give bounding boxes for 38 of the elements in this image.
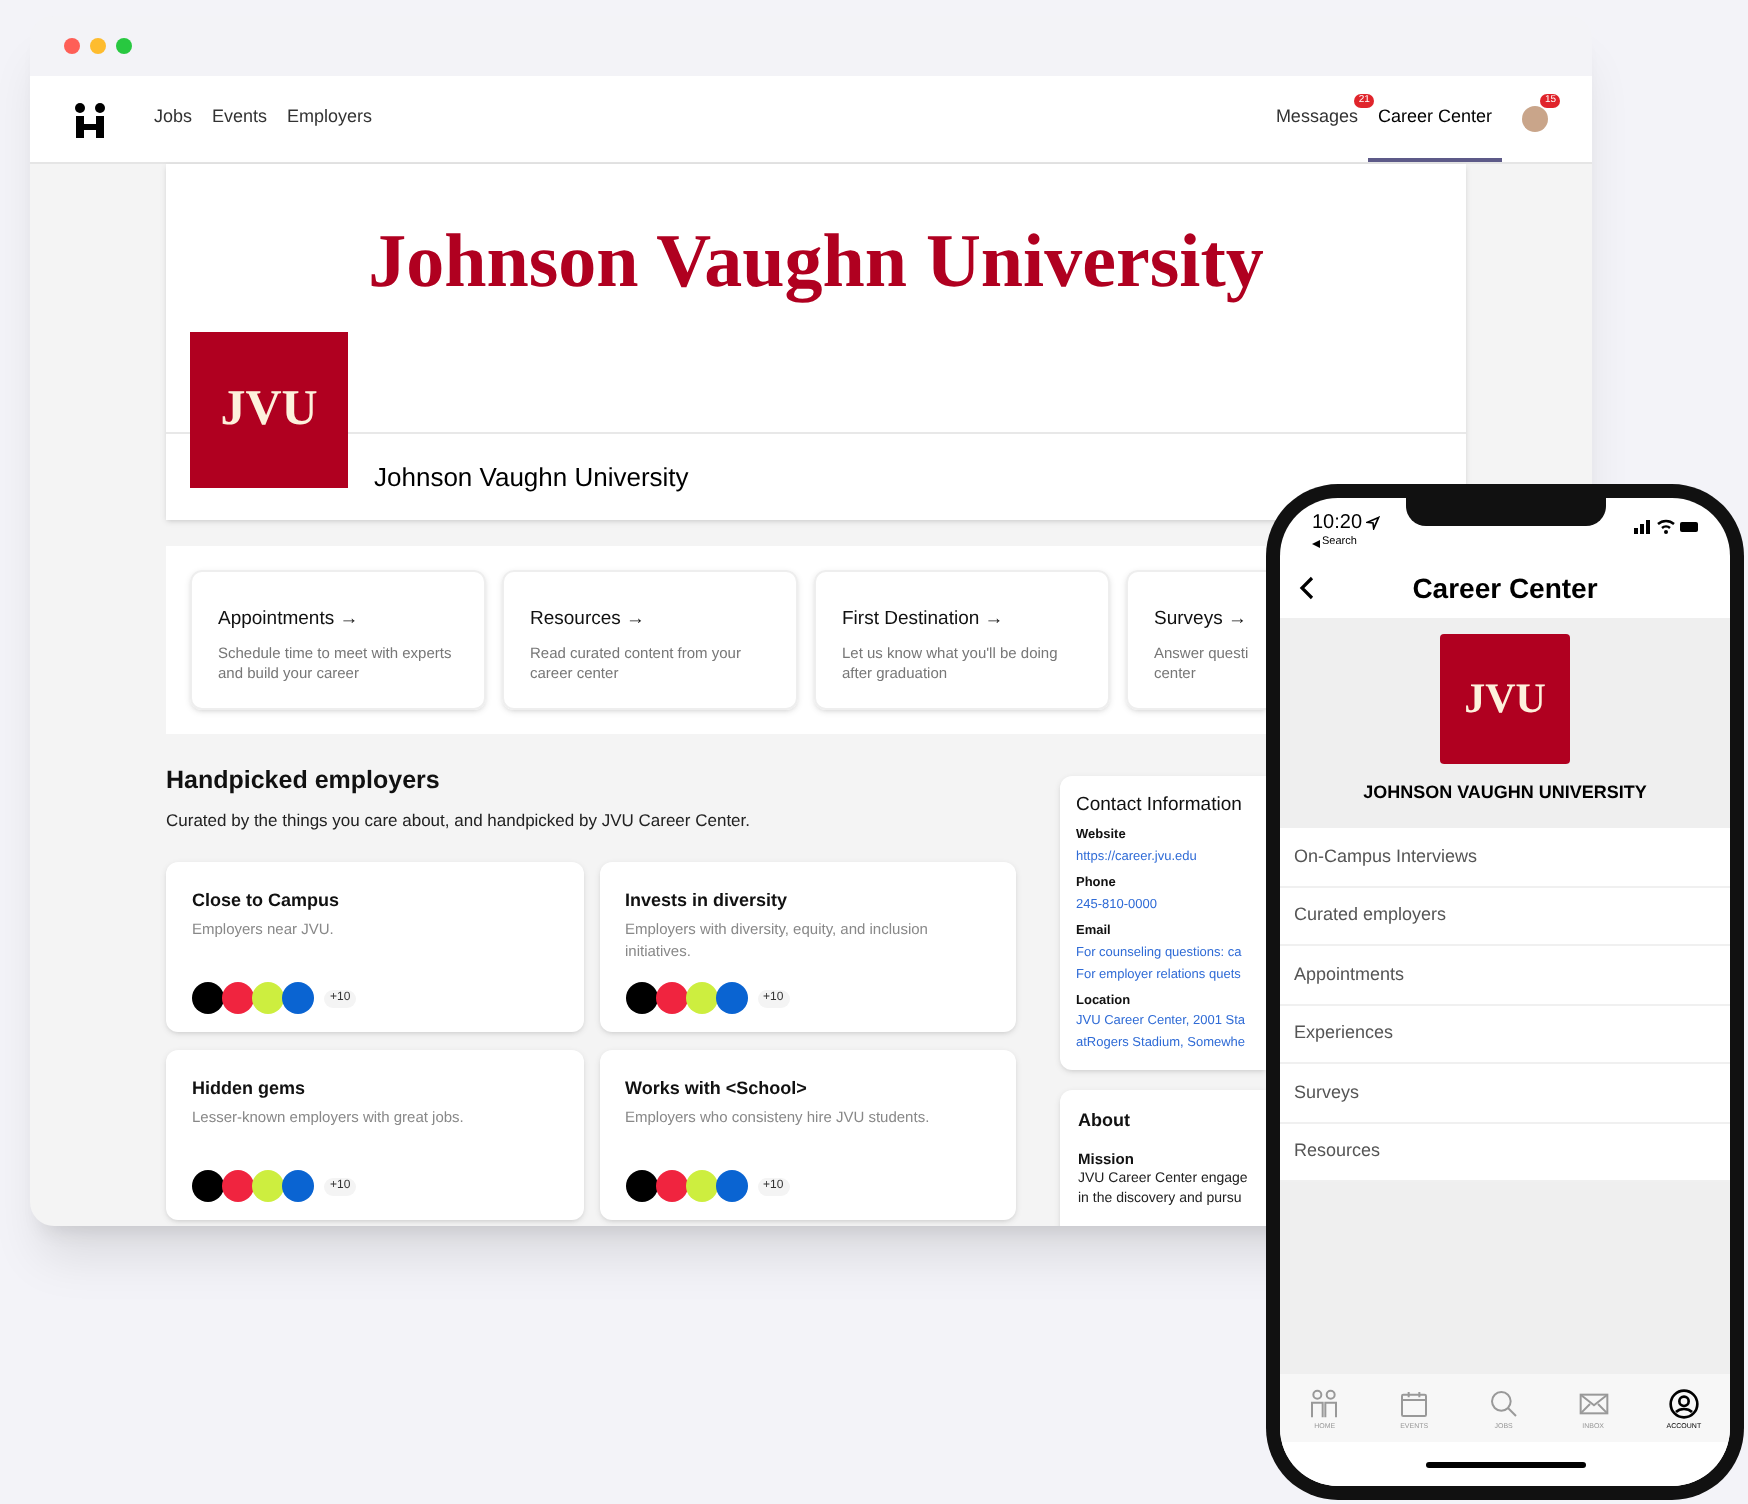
nav-link[interactable]: Jobs [144, 76, 203, 162]
card-title: Invests in diversity [625, 887, 790, 914]
menu-item[interactable]: On-Campus Interviews [1280, 828, 1730, 887]
card-title: Close to Campus [192, 887, 342, 914]
section-subtitle: Curated by the things you care about, and handpicked by JVU Career Center. [166, 807, 753, 833]
back-triangle-icon[interactable] [1312, 539, 1320, 548]
nav-link[interactable]: Employers [277, 76, 383, 162]
card-title: First Destination → [842, 606, 1006, 634]
avatar[interactable] [1522, 106, 1548, 132]
location-arrow-icon [1366, 516, 1381, 530]
card-title: Hidden gems [192, 1075, 308, 1102]
card-title: About [1078, 1108, 1130, 1135]
card-title: Contact Information [1076, 792, 1242, 820]
calendar-icon [1398, 1388, 1431, 1420]
card-title: Surveys → [1154, 606, 1249, 634]
logo-text: JVU [220, 380, 318, 441]
section-heading: Handpicked employers [166, 764, 442, 798]
status-time: 10:20 [1312, 510, 1363, 536]
nav-link[interactable]: Events [202, 76, 278, 162]
menu-item[interactable]: Appointments [1280, 946, 1730, 1005]
envelope-icon [1577, 1388, 1610, 1420]
banner-title: Johnson Vaughn University [368, 224, 1264, 300]
people-icon [1308, 1388, 1341, 1420]
university-name: Johnson Vaughn University [374, 459, 689, 496]
menu-item[interactable]: Surveys [1280, 1064, 1730, 1123]
search-icon [1487, 1388, 1520, 1420]
menu-item[interactable]: Experiences [1280, 1005, 1730, 1064]
card-title: Resources → [530, 606, 648, 634]
status-icons [1634, 518, 1698, 534]
card-title: Appointments → [218, 606, 361, 634]
menu-item[interactable]: Curated employers [1280, 887, 1730, 946]
logo-icon[interactable] [74, 101, 108, 137]
account-icon [1667, 1388, 1700, 1420]
card-title: Works with <School> [625, 1075, 809, 1101]
back-chevron-icon[interactable] [1298, 576, 1314, 600]
logo-text: JVU [1464, 671, 1546, 726]
screen-title: Career Center [1412, 569, 1598, 607]
school-name: JOHNSON VAUGHN UNIVERSITY [1363, 780, 1647, 806]
